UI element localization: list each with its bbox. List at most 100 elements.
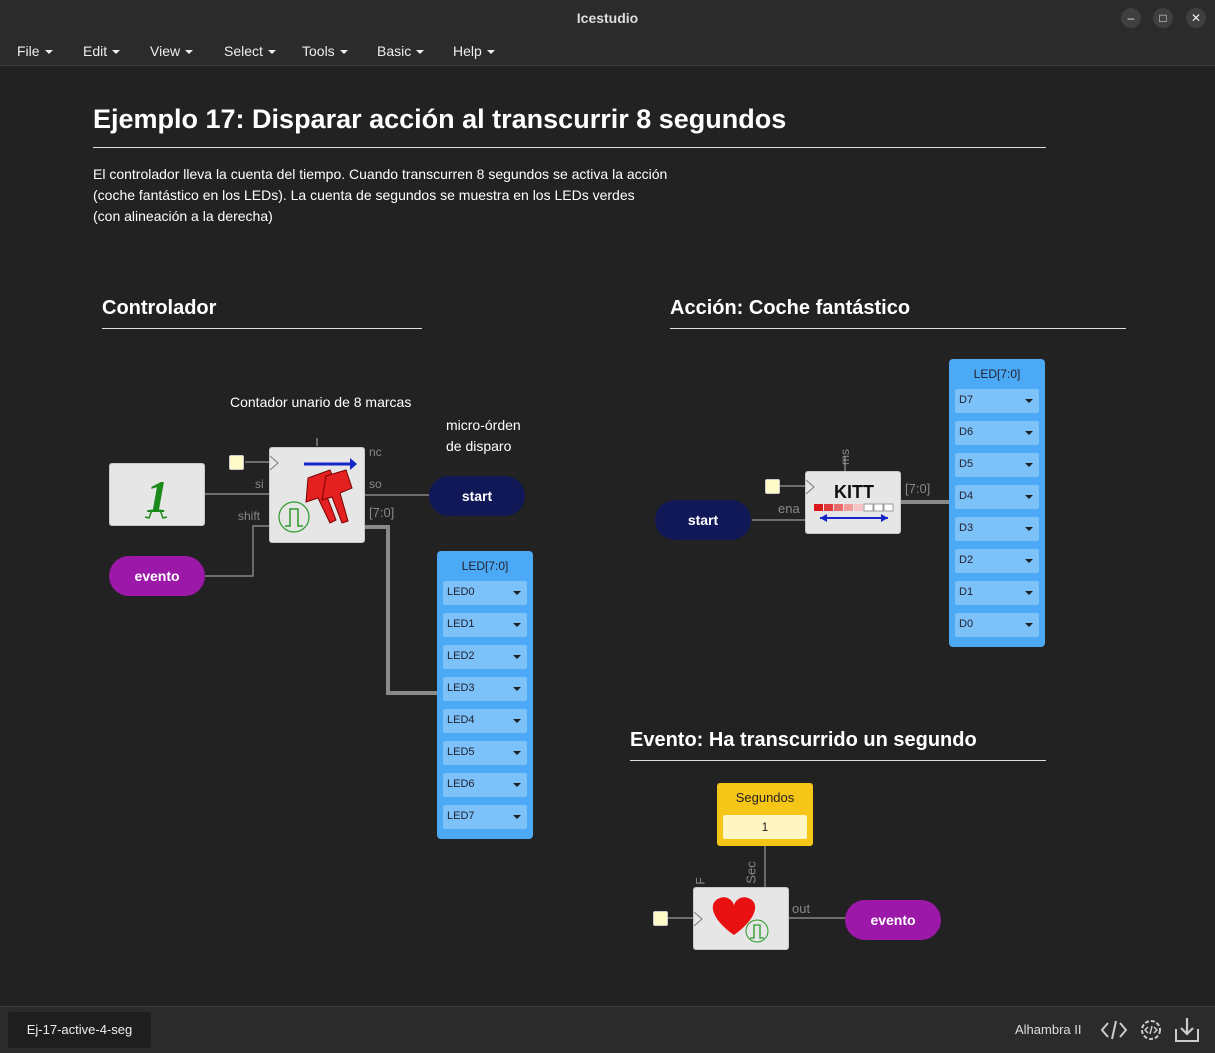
constant-value-input[interactable]: 1 bbox=[723, 815, 807, 839]
clock-input-heart[interactable] bbox=[653, 911, 668, 926]
led-label: LED5 bbox=[447, 746, 475, 758]
led-panel-controlador[interactable]: LED[7:0] LED0 LED1 LED2 LED3 LED4 LED5 L… bbox=[437, 551, 533, 839]
chevron-down-icon bbox=[185, 50, 194, 54]
chevron-down-icon bbox=[1025, 463, 1033, 467]
menu-help[interactable]: Help bbox=[453, 43, 495, 59]
port-nc: nc bbox=[369, 445, 382, 459]
heartbeat-block[interactable] bbox=[693, 887, 789, 950]
led-select[interactable]: D7 bbox=[955, 389, 1039, 413]
led-label: LED3 bbox=[447, 682, 475, 694]
note-micro-line-1: micro-órden bbox=[446, 417, 521, 433]
port-so: so bbox=[369, 477, 382, 491]
menu-basic[interactable]: Basic bbox=[377, 43, 425, 59]
menu-help-label: Help bbox=[453, 43, 482, 59]
menu-select-label: Select bbox=[224, 43, 263, 59]
led-select[interactable]: LED4 bbox=[443, 709, 527, 733]
menu-tools[interactable]: Tools bbox=[302, 43, 348, 59]
led-select[interactable]: D5 bbox=[955, 453, 1039, 477]
led-select[interactable]: D2 bbox=[955, 549, 1039, 573]
menu-edit[interactable]: Edit bbox=[83, 43, 121, 59]
description: El controlador lleva la cuenta del tiemp… bbox=[93, 164, 713, 227]
clock-input-kitt[interactable] bbox=[765, 479, 780, 494]
constant-one-block[interactable]: 1 bbox=[109, 463, 205, 526]
menu-view[interactable]: View bbox=[150, 43, 194, 59]
led-select[interactable]: LED6 bbox=[443, 773, 527, 797]
chevron-down-icon bbox=[513, 655, 521, 659]
minimize-button[interactable]: – bbox=[1121, 8, 1141, 28]
led-label: D5 bbox=[959, 458, 974, 470]
maximize-button[interactable]: □ bbox=[1153, 8, 1173, 28]
led-label: LED6 bbox=[447, 778, 475, 790]
upload-download-icon[interactable] bbox=[1172, 1015, 1202, 1045]
menu-file-label: File bbox=[17, 43, 40, 59]
led-label: D4 bbox=[959, 490, 974, 502]
led-select[interactable]: D6 bbox=[955, 421, 1039, 445]
evento-input-pill[interactable]: evento bbox=[109, 556, 205, 596]
segundos-constant[interactable]: Segundos 1 bbox=[717, 783, 813, 846]
led-panel-title: LED[7:0] bbox=[461, 559, 509, 573]
kitt-icon: KITT bbox=[805, 479, 894, 522]
heart-icon bbox=[693, 897, 769, 943]
led-select[interactable]: LED5 bbox=[443, 741, 527, 765]
port-f: F bbox=[693, 877, 708, 885]
chevron-down-icon bbox=[513, 815, 521, 819]
build-gear-icon[interactable] bbox=[1136, 1015, 1166, 1045]
led-select[interactable]: LED1 bbox=[443, 613, 527, 637]
led-panel-title: LED[7:0] bbox=[973, 367, 1021, 381]
rule-controlador bbox=[102, 328, 422, 329]
description-line-1: El controlador lleva la cuenta del tiemp… bbox=[93, 166, 668, 182]
menu-tools-label: Tools bbox=[302, 43, 335, 59]
page-title: Ejemplo 17: Disparar acción al transcurr… bbox=[93, 104, 787, 134]
led-panel-accion[interactable]: LED[7:0] D7 D6 D5 D4 D3 D2 D1 D0 bbox=[949, 359, 1045, 647]
chevron-down-icon bbox=[1025, 591, 1033, 595]
menu-bar: File Edit View Select Tools Basic Help bbox=[0, 37, 1215, 66]
kitt-block[interactable]: KITT bbox=[805, 471, 901, 534]
clock-input-shift[interactable] bbox=[229, 455, 244, 470]
port-si: si bbox=[255, 477, 264, 491]
file-tab[interactable]: Ej-17-active-4-seg bbox=[8, 1012, 151, 1048]
led-label: LED7 bbox=[447, 810, 475, 822]
chevron-down-icon bbox=[44, 50, 53, 54]
led-select[interactable]: D1 bbox=[955, 581, 1039, 605]
chevron-down-icon bbox=[513, 783, 521, 787]
led-select[interactable]: LED3 bbox=[443, 677, 527, 701]
port-ena: ena bbox=[778, 501, 800, 516]
chevron-down-icon bbox=[416, 50, 425, 54]
led-select[interactable]: D4 bbox=[955, 485, 1039, 509]
chevron-down-icon bbox=[513, 591, 521, 595]
chevron-down-icon bbox=[267, 50, 276, 54]
rule-accion bbox=[670, 328, 1126, 329]
led-select[interactable]: LED0 bbox=[443, 581, 527, 605]
design-canvas[interactable]: Ejemplo 17: Disparar acción al transcurr… bbox=[0, 66, 1215, 1006]
description-line-2: (coche fantástico en los LEDs). La cuent… bbox=[93, 187, 635, 203]
led-select[interactable]: D0 bbox=[955, 613, 1039, 637]
led-label: LED0 bbox=[447, 586, 475, 598]
chevron-down-icon bbox=[112, 50, 121, 54]
wire-evento-shift bbox=[205, 525, 270, 577]
description-line-3: (con alineación a la derecha) bbox=[93, 208, 273, 224]
led-select[interactable]: LED2 bbox=[443, 645, 527, 669]
led-label: LED2 bbox=[447, 650, 475, 662]
start-input-pill[interactable]: start bbox=[655, 500, 751, 540]
chevron-down-icon bbox=[513, 687, 521, 691]
led-label: D6 bbox=[959, 426, 974, 438]
bus-shift-leds bbox=[365, 525, 438, 695]
evento-output-pill[interactable]: evento bbox=[845, 900, 941, 940]
port-kitt-bus: [7:0] bbox=[905, 481, 931, 496]
note-micro: micro-órden de disparo bbox=[446, 415, 521, 457]
led-select[interactable]: D3 bbox=[955, 517, 1039, 541]
menu-edit-label: Edit bbox=[83, 43, 108, 59]
verilog-code-icon[interactable] bbox=[1099, 1015, 1129, 1045]
menu-file[interactable]: File bbox=[17, 43, 53, 59]
shift-register-block[interactable] bbox=[269, 447, 365, 543]
menu-select[interactable]: Select bbox=[224, 43, 276, 59]
close-button[interactable]: ✕ bbox=[1186, 8, 1206, 28]
start-output-pill[interactable]: start bbox=[429, 476, 525, 516]
led-label: D7 bbox=[959, 394, 974, 406]
led-label: D1 bbox=[959, 586, 974, 598]
window-title: Icestudio bbox=[576, 10, 639, 26]
led-select[interactable]: LED7 bbox=[443, 805, 527, 829]
chevron-down-icon bbox=[513, 623, 521, 627]
section-controlador: Controlador bbox=[102, 297, 217, 319]
board-name[interactable]: Alhambra II bbox=[1015, 1022, 1081, 1037]
